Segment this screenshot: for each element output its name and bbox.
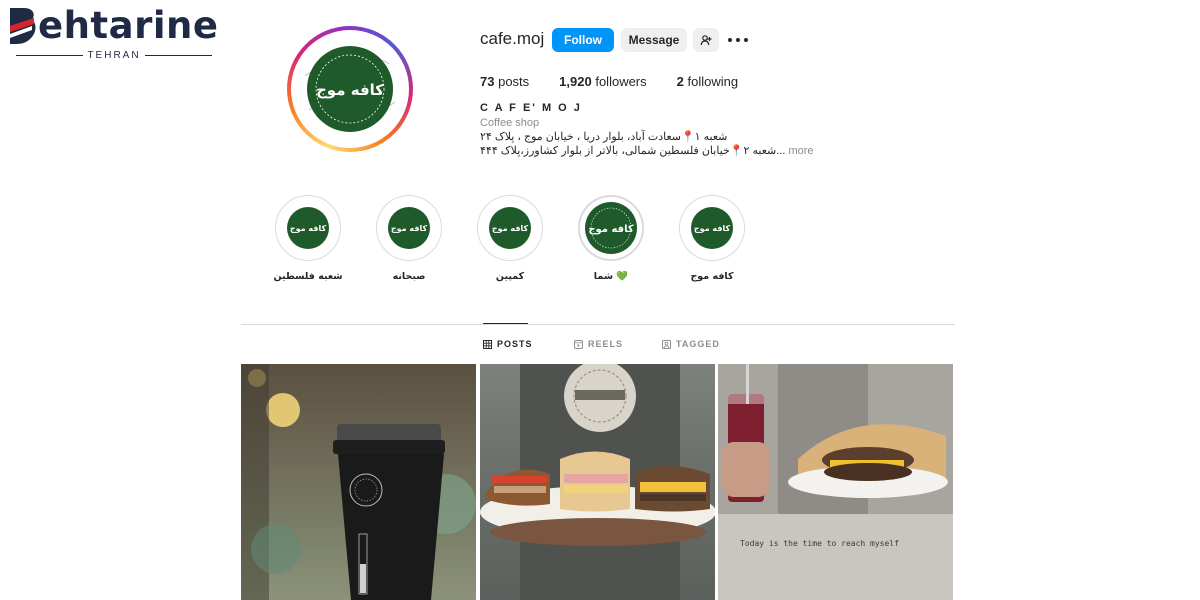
- tab-reels-label: REELS: [588, 339, 624, 349]
- profile-username: cafe.moj: [480, 29, 545, 48]
- coffee-cup-photo: [241, 364, 476, 600]
- tab-tagged[interactable]: TAGGED: [662, 339, 720, 349]
- svg-text:کافه موج: کافه موج: [391, 224, 428, 233]
- cafe-moj-logo-icon: کافه موج: [282, 202, 334, 254]
- svg-text:کافه موج: کافه موج: [588, 224, 634, 235]
- watermark-brand: ehtarine: [38, 4, 219, 47]
- watermark-subtitle: TEHRAN: [16, 48, 212, 62]
- active-tab-indicator: [483, 323, 528, 324]
- profile-bio-line-1: شعبه ۱📍سعادت آباد، بلوار دریا ، خیابان م…: [480, 131, 728, 143]
- highlight-you[interactable]: کافه موج شما 💚: [571, 195, 651, 282]
- tab-posts[interactable]: POSTS: [483, 339, 533, 349]
- bio-more-link[interactable]: more: [788, 145, 813, 157]
- posts-count[interactable]: 73 posts: [480, 74, 529, 89]
- tagged-person-icon: [662, 339, 671, 349]
- follow-button[interactable]: Follow: [552, 28, 614, 52]
- smoothie-burger-photo: [718, 364, 953, 600]
- cafe-moj-logo-icon: کافه موج: [585, 202, 637, 254]
- more-options-icon[interactable]: [728, 33, 748, 47]
- cafe-moj-logo-icon: کافه موج: [383, 202, 435, 254]
- reels-icon: [574, 339, 583, 349]
- highlight-label: شما 💚: [593, 271, 629, 282]
- profile-avatar[interactable]: کافه موج: [287, 26, 413, 152]
- svg-text:کافه موج: کافه موج: [492, 224, 529, 233]
- profile-category: Coffee shop: [480, 117, 540, 129]
- add-person-icon: [700, 35, 712, 46]
- highlight-label: شعبه فلسطین: [273, 271, 343, 282]
- highlight-cafe-moj[interactable]: کافه موج کافه موج: [672, 195, 752, 282]
- svg-text:کافه موج: کافه موج: [290, 224, 327, 233]
- profile-bio-line-2: شعبه ۲📍خیابان فلسطین شمالی، بالاتر از بل…: [480, 145, 814, 157]
- cafe-moj-logo-icon: کافه موج: [686, 202, 738, 254]
- highlight-campaign[interactable]: کافه موج کمپین: [470, 195, 550, 282]
- post-smoothie-burger[interactable]: Today is the time to reach myself: [718, 364, 953, 600]
- followers-count[interactable]: 1,920 followers: [559, 74, 646, 89]
- cafe-moj-logo-icon: کافه موج: [297, 36, 403, 142]
- profile-stats: 73 posts 1,920 followers 2 following: [480, 74, 768, 89]
- watermark-city: TEHRAN: [87, 49, 141, 61]
- highlight-label: کافه موج: [690, 271, 734, 282]
- svg-text:کافه موج: کافه موج: [694, 224, 731, 233]
- highlight-palestine-branch[interactable]: کافه موج شعبه فلسطین: [268, 195, 348, 282]
- post-caption-text: Today is the time to reach myself: [740, 539, 899, 548]
- tabs-divider: [241, 324, 955, 325]
- tab-reels[interactable]: REELS: [574, 339, 623, 349]
- tab-posts-label: POSTS: [497, 339, 533, 349]
- svg-text:کافه موج: کافه موج: [316, 81, 384, 99]
- grid-icon: [483, 339, 492, 349]
- profile-full-name: C A F E' M O J: [480, 102, 582, 114]
- highlight-breakfast[interactable]: کافه موج صبحانه: [369, 195, 449, 282]
- post-coffee-cup[interactable]: [241, 364, 476, 600]
- behtarine-b-logo-icon: [10, 8, 36, 44]
- message-button[interactable]: Message: [621, 28, 687, 52]
- highlight-label: کمپین: [495, 271, 525, 282]
- behtarine-watermark: ehtarine TEHRAN: [8, 6, 218, 62]
- highlight-label: صبحانه: [392, 271, 426, 282]
- sandwich-platter-photo: [480, 364, 715, 600]
- tab-tagged-label: TAGGED: [676, 339, 720, 349]
- suggest-user-button[interactable]: [693, 28, 719, 52]
- following-count[interactable]: 2 following: [677, 74, 738, 89]
- post-sandwich-platter[interactable]: [480, 364, 715, 600]
- cafe-moj-logo-icon: کافه موج: [484, 202, 536, 254]
